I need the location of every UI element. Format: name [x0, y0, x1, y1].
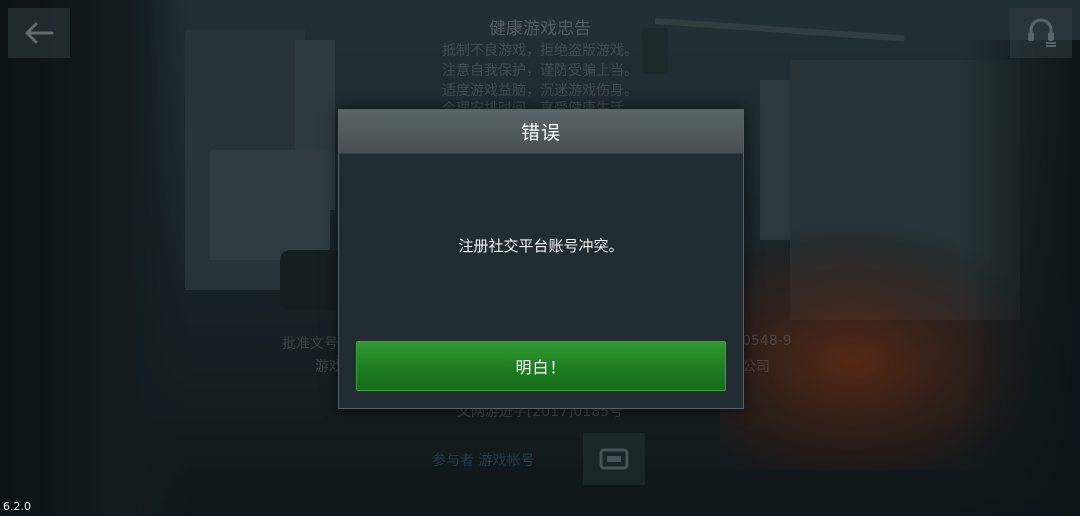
version-label: 6.2.0: [3, 500, 31, 513]
dialog-header: 错误: [339, 110, 743, 154]
error-dialog: 错误 注册社交平台账号冲突。 明白！: [338, 109, 744, 409]
confirm-button[interactable]: 明白！: [356, 341, 726, 391]
dialog-message: 注册社交平台账号冲突。: [458, 237, 624, 255]
dialog-title: 错误: [520, 122, 561, 144]
